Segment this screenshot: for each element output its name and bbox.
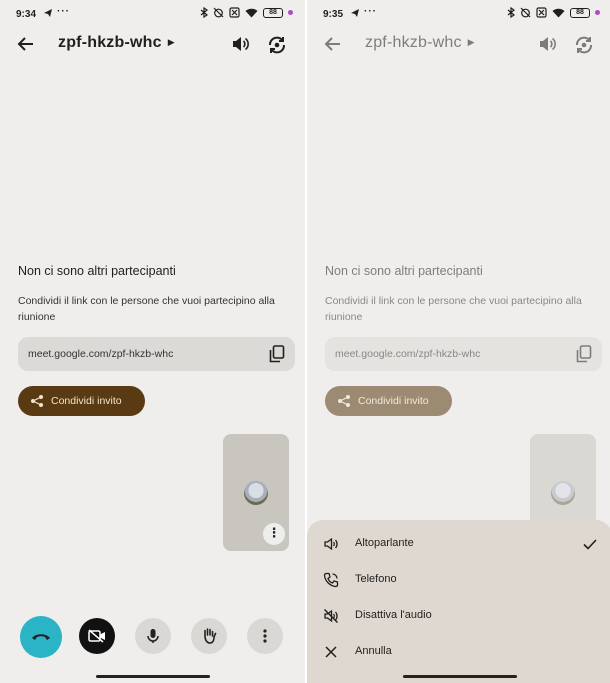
meet-call-screen-before: 9:34 ··· 88 zpf-hkzb-whc ▶ Non ci sono al… xyxy=(0,0,305,683)
microphone-icon xyxy=(147,629,159,643)
switch-camera-icon[interactable] xyxy=(573,34,595,56)
caret-right-icon: ▶ xyxy=(467,37,475,47)
status-more-dots: ··· xyxy=(57,6,70,17)
meeting-link-field[interactable]: meet.google.com/zpf-hkzb-whc xyxy=(18,337,295,371)
share-icon xyxy=(31,395,43,407)
share-invite-button[interactable]: Condividi invito xyxy=(18,386,145,416)
battery-icon: 88 xyxy=(263,7,283,18)
meeting-link-text: meet.google.com/zpf-hkzb-whc xyxy=(28,348,174,360)
meeting-link-text: meet.google.com/zpf-hkzb-whc xyxy=(335,348,481,360)
audio-option-phone[interactable]: Telefono xyxy=(307,562,610,598)
alarm-off-icon xyxy=(213,7,224,18)
raise-hand-button[interactable] xyxy=(191,618,227,654)
self-video-tile[interactable]: ⋮ xyxy=(223,434,289,551)
close-icon xyxy=(325,646,337,658)
call-controls xyxy=(0,616,305,658)
wifi-icon xyxy=(552,8,565,17)
status-time: 9:34 xyxy=(16,9,37,20)
status-more-dots: ··· xyxy=(364,6,377,17)
hang-up-icon xyxy=(32,634,50,640)
video-off-icon xyxy=(88,629,105,643)
battery-icon: 88 xyxy=(570,7,590,18)
top-app-bar: zpf-hkzb-whc ▶ xyxy=(307,28,610,60)
empty-state-subtitle: Condividi il link con le persone che vuo… xyxy=(325,295,582,323)
status-time: 9:35 xyxy=(323,9,344,20)
more-vert-icon xyxy=(263,629,267,643)
audio-output-sheet: Altoparlante Telefono Disattiva l'audio … xyxy=(307,520,610,683)
avatar xyxy=(244,481,268,505)
audio-option-label: Annulla xyxy=(355,645,392,657)
sim-off-icon xyxy=(229,7,240,18)
status-bar: 9:34 ··· 88 xyxy=(0,0,305,30)
share-invite-label: Condividi invito xyxy=(51,395,122,407)
meeting-code-title[interactable]: zpf-hkzb-whc ▶ xyxy=(58,34,175,52)
share-invite-button[interactable]: Condividi invito xyxy=(325,386,452,416)
phone-icon xyxy=(323,572,339,588)
microphone-button[interactable] xyxy=(135,618,171,654)
alarm-off-icon xyxy=(520,7,531,18)
audio-option-cancel[interactable]: Annulla xyxy=(307,634,610,670)
avatar xyxy=(551,481,575,505)
meet-call-screen-audio-menu: 9:35 ··· 88 zpf-hkzb-whc ▶ Non ci sono al… xyxy=(307,0,610,683)
speaker-icon xyxy=(324,537,338,551)
wifi-icon xyxy=(245,8,258,17)
notification-dot xyxy=(288,10,293,15)
audio-option-label: Altoparlante xyxy=(355,537,414,549)
telegram-icon xyxy=(351,9,359,17)
share-invite-label: Condividi invito xyxy=(358,395,429,407)
hand-icon xyxy=(204,628,217,644)
copy-icon[interactable] xyxy=(576,345,592,363)
speaker-off-icon xyxy=(324,609,338,623)
notification-dot xyxy=(595,10,600,15)
status-bar: 9:35 ··· 88 xyxy=(307,0,610,30)
camera-toggle-button[interactable] xyxy=(79,618,115,654)
speaker-icon[interactable] xyxy=(537,34,557,54)
bluetooth-icon xyxy=(200,7,208,18)
empty-state-title: Non ci sono altri partecipanti xyxy=(325,264,483,278)
sim-off-icon xyxy=(536,7,547,18)
meeting-code: zpf-hkzb-whc xyxy=(365,34,462,51)
audio-option-label: Disattiva l'audio xyxy=(355,609,432,621)
more-options-button[interactable] xyxy=(247,618,283,654)
check-icon xyxy=(583,539,597,550)
copy-icon[interactable] xyxy=(269,345,285,363)
end-call-button[interactable] xyxy=(20,616,62,658)
empty-state-title: Non ci sono altri partecipanti xyxy=(18,264,176,278)
speaker-icon[interactable] xyxy=(230,34,250,54)
back-arrow-icon[interactable] xyxy=(323,34,343,54)
telegram-icon xyxy=(44,9,52,17)
switch-camera-icon[interactable] xyxy=(266,34,288,56)
top-app-bar: zpf-hkzb-whc ▶ xyxy=(0,28,305,60)
bluetooth-icon xyxy=(507,7,515,18)
audio-option-speaker[interactable]: Altoparlante xyxy=(307,526,610,562)
meeting-link-field[interactable]: meet.google.com/zpf-hkzb-whc xyxy=(325,337,602,371)
empty-state-subtitle: Condividi il link con le persone che vuo… xyxy=(18,295,275,323)
home-indicator[interactable] xyxy=(403,675,517,678)
back-arrow-icon[interactable] xyxy=(16,34,36,54)
share-icon xyxy=(338,395,350,407)
audio-option-mute[interactable]: Disattiva l'audio xyxy=(307,598,610,634)
home-indicator[interactable] xyxy=(96,675,210,678)
meeting-code: zpf-hkzb-whc xyxy=(58,34,162,51)
meeting-code-title[interactable]: zpf-hkzb-whc ▶ xyxy=(365,34,475,52)
audio-option-label: Telefono xyxy=(355,573,397,585)
tile-more-options-icon[interactable]: ⋮ xyxy=(263,523,285,545)
caret-right-icon: ▶ xyxy=(167,37,175,47)
